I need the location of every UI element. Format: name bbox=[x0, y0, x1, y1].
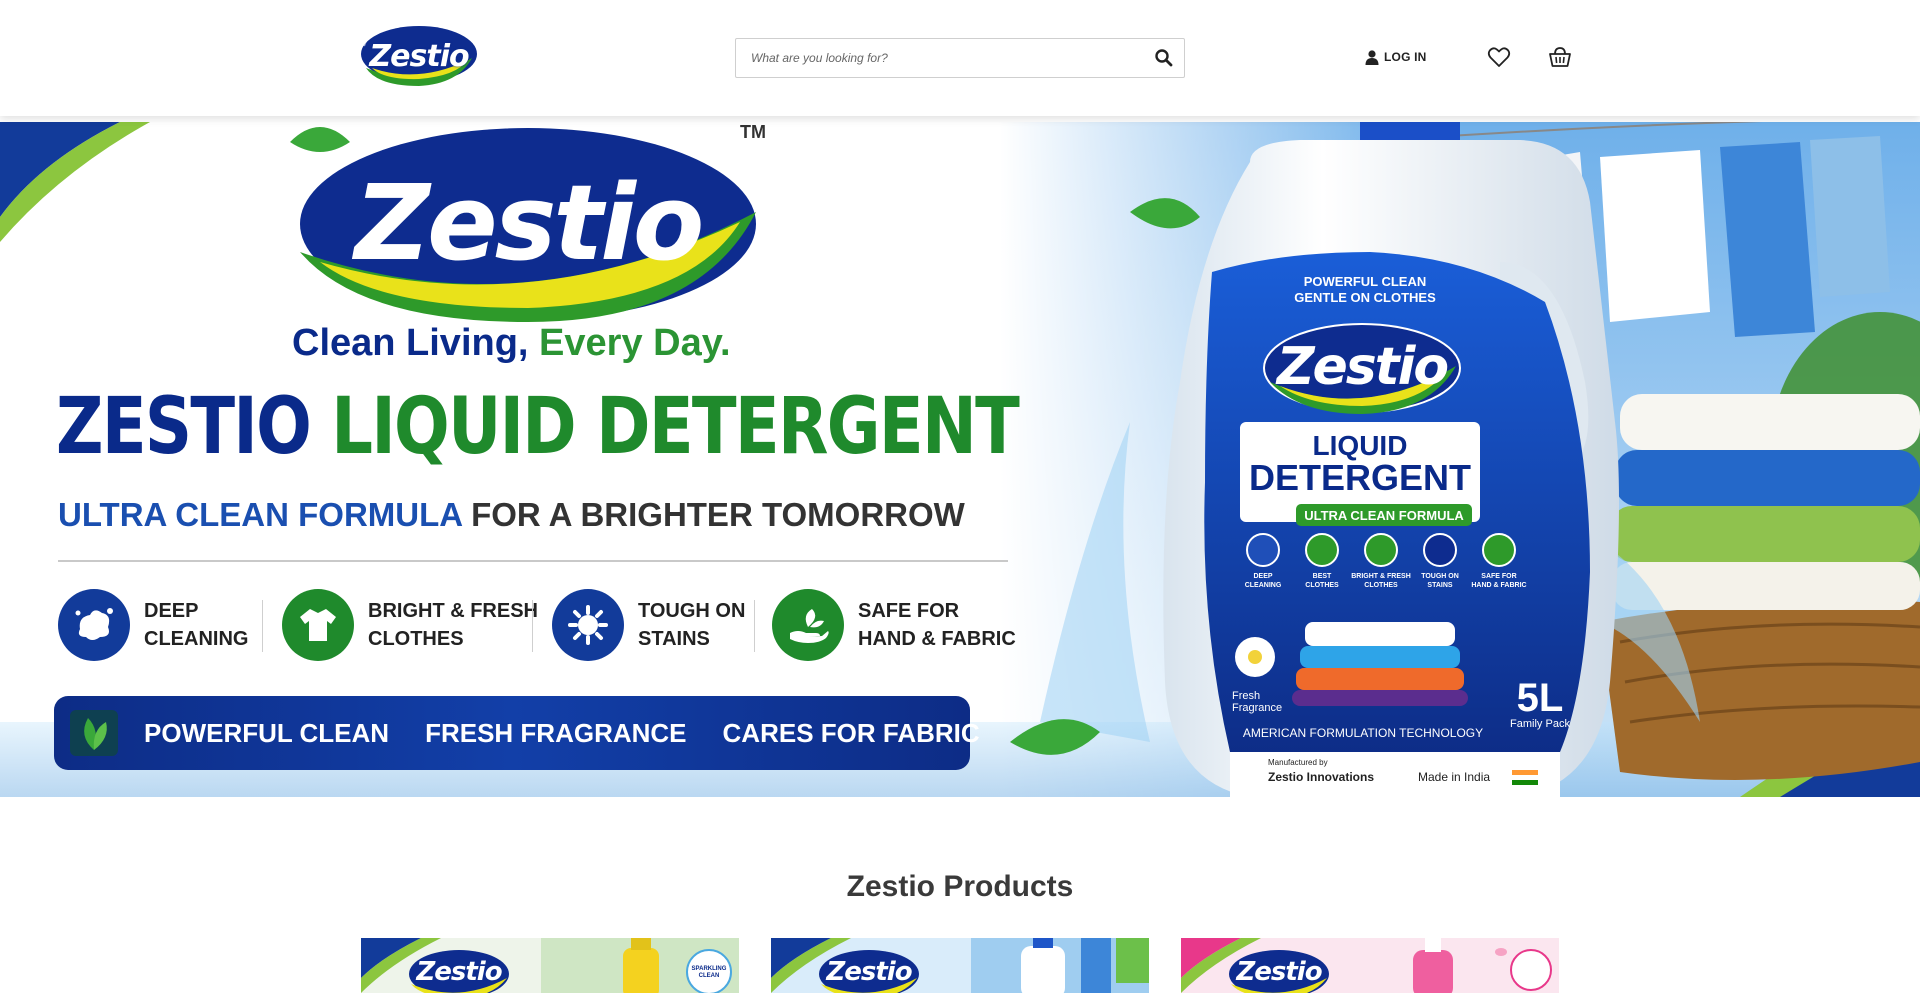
subline-part1: ULTRA CLEAN FORMULA bbox=[58, 496, 462, 533]
hero-banner[interactable]: Zestio TM Clean Living, Every Day. ZESTI… bbox=[0, 122, 1920, 797]
bottle-badge: ULTRA CLEAN FORMULA bbox=[1304, 508, 1464, 523]
product-card-brand: Zestio bbox=[1236, 957, 1322, 987]
login-label: LOG IN bbox=[1384, 50, 1427, 64]
product-card-brand: Zestio bbox=[826, 957, 912, 987]
band-item: FRESH FRAGRANCE bbox=[425, 717, 687, 748]
feature-safe-for-hand: SAFE FOR HAND & FABRIC bbox=[772, 587, 1028, 663]
shirt-icon bbox=[282, 589, 354, 661]
bottle-fragrance: Fresh Fragrance bbox=[1232, 690, 1283, 714]
bottle-product-name: LIQUID DETERGENT bbox=[1248, 430, 1471, 498]
tagline-part1: Clean Living, bbox=[292, 322, 529, 364]
tagline-part2: Every Day. bbox=[539, 322, 731, 364]
hand-leaf-icon bbox=[772, 589, 844, 661]
leaf-icon bbox=[70, 710, 118, 756]
cart-icon bbox=[1549, 47, 1571, 67]
band-item: CARES FOR FABRIC bbox=[722, 717, 980, 748]
bottle-top-text: POWERFUL CLEAN GENTLE ON CLOTHES bbox=[1294, 274, 1436, 305]
bottle-feature: SAFE FOR HAND & FABRIC bbox=[1471, 573, 1527, 589]
feature-separator bbox=[754, 600, 755, 652]
hero-divider bbox=[58, 560, 1008, 562]
product-card[interactable]: Zestio bbox=[771, 938, 1149, 993]
product-card-badge: SPARKLING CLEAN bbox=[691, 966, 727, 979]
bottle-made-in: Made in India bbox=[1418, 770, 1491, 784]
bottle-feature: DEEP CLEANING bbox=[1244, 573, 1282, 589]
bottle-feature: TOUGH ON STAINS bbox=[1421, 573, 1459, 589]
headline-part1: ZESTIO bbox=[56, 382, 312, 472]
search-bar bbox=[735, 38, 1185, 78]
bottle-brand-text: Zestio bbox=[1276, 337, 1449, 397]
search-button[interactable] bbox=[1154, 48, 1174, 68]
hero-brand-logo-text: Zestio bbox=[354, 162, 705, 284]
benefits-band: POWERFUL CLEAN FRESH FRAGRANCE CARES FOR… bbox=[54, 696, 980, 770]
feature-separator bbox=[262, 600, 263, 652]
hero-tagline: Clean Living, Every Day. bbox=[292, 322, 762, 365]
hero-headline: ZESTIO LIQUID DETERGENT bbox=[56, 382, 1020, 472]
feature-bright-fresh: BRIGHT & FRESH CLOTHES bbox=[282, 587, 538, 663]
headline-part2: LIQUID DETERGENT bbox=[331, 382, 1020, 472]
products-section-title: Zestio Products bbox=[846, 870, 1074, 903]
splash-icon bbox=[58, 589, 130, 661]
cart-button[interactable] bbox=[1548, 45, 1572, 69]
feature-label: SAFE FOR HAND & FABRIC bbox=[858, 600, 1016, 650]
bottle-mfg-label: Manufactured by bbox=[1268, 758, 1328, 767]
brand-logo[interactable]: Zestio bbox=[358, 24, 480, 88]
stain-burst-icon bbox=[552, 589, 624, 661]
subline-part2: FOR A BRIGHTER TOMORROW bbox=[471, 496, 965, 533]
logo-text: Zestio bbox=[369, 38, 469, 74]
feature-tough-on-stains: TOUGH ON STAINS bbox=[552, 587, 808, 663]
site-header: Zestio LOG IN bbox=[0, 0, 1920, 116]
feature-label: BRIGHT & FRESH CLOTHES bbox=[368, 600, 538, 650]
feature-deep-cleaning: DEEP CLEANING bbox=[58, 587, 314, 663]
feature-separator bbox=[532, 600, 533, 652]
bottle-size-caption: Family Pack bbox=[1510, 718, 1570, 730]
product-card-brand: Zestio bbox=[416, 957, 502, 987]
wishlist-button[interactable] bbox=[1487, 45, 1511, 69]
product-card[interactable]: Zestio SPARKLING CLEAN bbox=[361, 938, 739, 993]
search-input[interactable] bbox=[736, 39, 1136, 77]
bottle-size: 5L bbox=[1516, 676, 1564, 720]
band-item: POWERFUL CLEAN bbox=[144, 717, 390, 748]
heart-icon bbox=[1487, 47, 1511, 67]
bottle-tech: AMERICAN FORMULATION TECHNOLOGY bbox=[1242, 726, 1484, 740]
bottle-feature: BRIGHT & FRESH CLOTHES bbox=[1351, 573, 1411, 589]
login-link[interactable]: LOG IN bbox=[1365, 48, 1427, 66]
user-icon bbox=[1365, 49, 1379, 65]
hero-subline: ULTRA CLEAN FORMULA FOR A BRIGHTER TOMOR… bbox=[58, 496, 965, 534]
trademark-symbol: TM bbox=[740, 122, 766, 142]
bottle-mfg-name: Zestio Innovations bbox=[1268, 770, 1375, 784]
search-icon bbox=[1155, 49, 1173, 67]
bottle-feature: BEST CLOTHES bbox=[1305, 573, 1339, 589]
product-card[interactable]: Zestio bbox=[1181, 938, 1559, 993]
